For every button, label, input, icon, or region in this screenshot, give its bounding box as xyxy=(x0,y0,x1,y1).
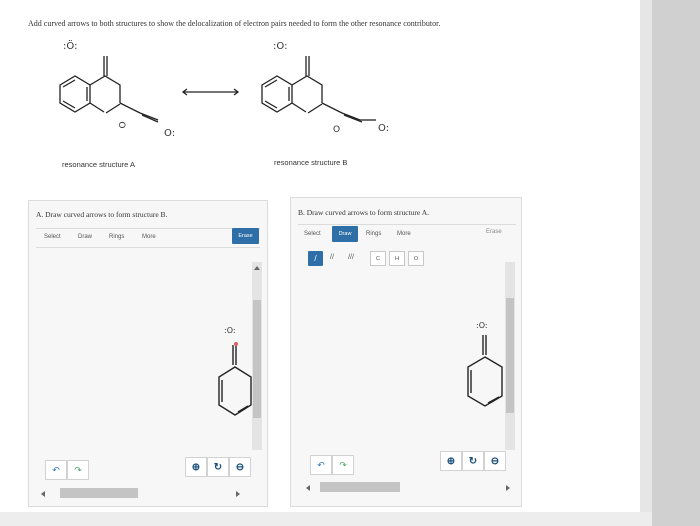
structure-b-ring-oxygen: O xyxy=(333,125,341,135)
panel-a-zoom-in-icon[interactable]: ⊕ xyxy=(185,457,207,477)
panel-b-atom-o[interactable]: O xyxy=(408,251,424,266)
structure-a-ring-oxygen: O xyxy=(118,121,129,129)
panel-a-title: A. Draw curved arrows to form structure … xyxy=(36,210,168,219)
panel-a-canvas-top xyxy=(36,247,260,248)
resonance-structures xyxy=(59,56,376,123)
panel-a-tab-more[interactable]: More xyxy=(142,234,156,240)
panel-a-tab-select[interactable]: Select xyxy=(44,234,61,240)
structure-b-carbonyl-oxygen: :O: xyxy=(273,41,288,52)
panel-b-atom-c[interactable]: C xyxy=(370,251,386,266)
panel-a-erase-button[interactable]: Erase xyxy=(232,228,259,244)
panel-a-scroll-up-icon[interactable] xyxy=(254,266,260,270)
structure-b-pyranone-ring xyxy=(291,75,323,103)
panel-b-scroll-left-icon[interactable] xyxy=(306,485,310,491)
panel-a-carbonyl-oxygen[interactable]: :O: xyxy=(224,326,236,335)
panel-a-toolbar-divider xyxy=(36,228,260,229)
panel-b-molecule xyxy=(467,335,503,407)
panel-a-atom-highlight-icon xyxy=(234,342,238,346)
page-background-right xyxy=(652,0,700,526)
structure-b-side-oxygen: O: xyxy=(378,123,390,134)
structure-a-side-oxygen: O: xyxy=(164,128,176,139)
panel-b-triple-bond-tool[interactable]: /// xyxy=(343,251,359,264)
panel-a-molecule xyxy=(218,342,252,416)
panel-b-carbonyl-oxygen[interactable]: :O: xyxy=(476,321,488,330)
panel-b-tab-select[interactable]: Select xyxy=(304,231,321,237)
panel-b-tab-draw[interactable]: Draw xyxy=(332,226,358,242)
panel-b-zoom-in-icon[interactable]: ⊕ xyxy=(440,451,462,471)
panel-b-scroll-right-icon[interactable] xyxy=(506,485,510,491)
page-bottom-band xyxy=(0,512,652,526)
panel-b-tab-rings[interactable]: Rings xyxy=(366,231,381,237)
panel-b-title: B. Draw curved arrows to form structure … xyxy=(298,208,430,217)
structure-a-caption: resonance structure A xyxy=(62,160,135,169)
panel-b-zoom-out-icon[interactable]: ⊖ xyxy=(484,451,506,471)
panel-a-redo-icon[interactable]: ↷ xyxy=(67,460,89,480)
panel-b-erase-button[interactable]: Erase xyxy=(486,229,502,235)
panel-a-scroll-right-icon[interactable] xyxy=(236,491,240,497)
panel-a-horizontal-scroll-thumb[interactable] xyxy=(60,488,138,498)
panel-a-tab-rings[interactable]: Rings xyxy=(109,234,124,240)
panel-a-undo-icon[interactable]: ↶ xyxy=(45,460,67,480)
panel-b-double-bond-tool[interactable]: // xyxy=(325,251,339,264)
panel-a-zoom-out-icon[interactable]: ⊖ xyxy=(229,457,251,477)
panel-b-single-bond-tool[interactable]: / xyxy=(308,251,323,266)
panel-b-undo-icon[interactable]: ↶ xyxy=(310,455,332,475)
page-edge-shadow xyxy=(640,0,652,526)
structure-a-benzene-ring xyxy=(59,75,91,113)
structure-a-pyranone-ring xyxy=(89,75,121,103)
structure-a-carbonyl-oxygen: :Ö: xyxy=(63,41,78,52)
panel-a-tab-draw[interactable]: Draw xyxy=(78,234,92,240)
structure-b-caption: resonance structure B xyxy=(274,158,348,167)
panel-b-atom-h[interactable]: H xyxy=(389,251,405,266)
panel-b-reset-icon[interactable]: ↻ xyxy=(462,451,484,471)
panel-a-reset-icon[interactable]: ↻ xyxy=(207,457,229,477)
panel-b-tab-more[interactable]: More xyxy=(397,231,411,237)
structure-b-benzene-ring xyxy=(261,75,293,113)
panel-b-toolbar-divider xyxy=(298,224,516,225)
panel-a-scroll-left-icon[interactable] xyxy=(41,491,45,497)
panel-b-horizontal-scroll-thumb[interactable] xyxy=(320,482,400,492)
panel-b-redo-icon[interactable]: ↷ xyxy=(332,455,354,475)
